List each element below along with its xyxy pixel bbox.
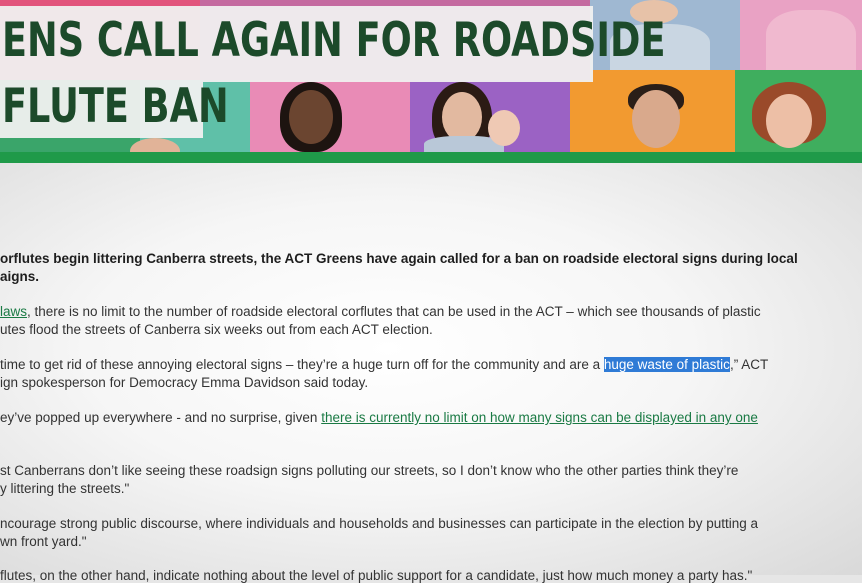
paragraph-text: time to get rid of these annoying electo… xyxy=(0,357,604,372)
lead-paragraph-line: aigns. xyxy=(0,269,40,284)
paragraph-line: ign spokesperson for Democracy Emma Davi… xyxy=(0,375,369,390)
paragraph-text: , there is no limit to the number of roa… xyxy=(27,304,761,319)
paragraph-line: flutes, on the other hand, indicate noth… xyxy=(0,568,753,583)
person-photo xyxy=(618,80,708,152)
paragraph-line: st Canberrans don’t like seeing these ro… xyxy=(0,463,739,478)
article-body: orflutes begin littering Canberra street… xyxy=(0,163,862,583)
person-photo xyxy=(750,80,840,152)
person-photo xyxy=(262,80,362,152)
no-limit-link[interactable]: there is currently no limit on how many … xyxy=(321,410,758,425)
paragraph-line: wn front yard." xyxy=(0,534,87,549)
campaign-banner: ENS CALL AGAIN FOR ROADSIDE FLUTE BAN xyxy=(0,0,862,152)
paragraph-line: ncourage strong public discourse, where … xyxy=(0,516,758,531)
paragraph-line: laws, there is no limit to the number of… xyxy=(0,304,761,319)
laws-link[interactable]: laws xyxy=(0,304,27,319)
selected-text[interactable]: huge waste of plastic xyxy=(603,357,730,372)
lead-paragraph-line: orflutes begin littering Canberra street… xyxy=(0,251,798,266)
person-photo xyxy=(120,138,190,152)
person-photo xyxy=(760,0,860,70)
banner-divider xyxy=(0,152,862,163)
headline-line-1: ENS CALL AGAIN FOR ROADSIDE xyxy=(2,13,666,68)
paragraph-line: y littering the streets." xyxy=(0,481,130,496)
paragraph-line: time to get rid of these annoying electo… xyxy=(0,357,768,372)
paragraph-line: ey’ve popped up everywhere - and no surp… xyxy=(0,410,758,425)
paragraph-line: utes flood the streets of Canberra six w… xyxy=(0,322,433,337)
paragraph-text: ,” ACT xyxy=(729,357,769,372)
paragraph-text: ey’ve popped up everywhere - and no surp… xyxy=(0,410,322,425)
headline-line-2: FLUTE BAN xyxy=(2,79,229,134)
person-photo xyxy=(418,80,528,152)
